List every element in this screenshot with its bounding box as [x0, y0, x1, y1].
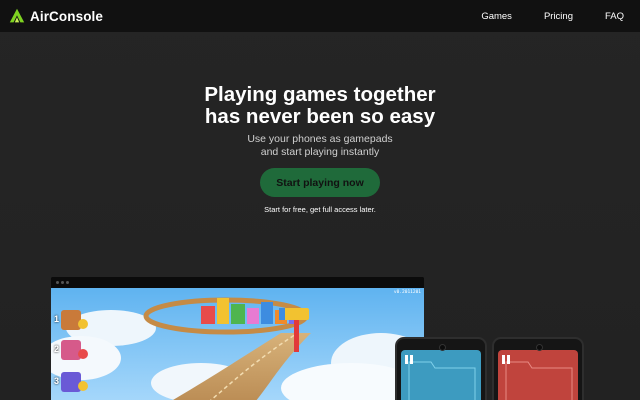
- phone-controller-blue: [395, 337, 487, 400]
- screen-dot: [61, 281, 64, 284]
- phone-controller-red: [492, 337, 584, 400]
- main-nav: Games Pricing FAQ: [481, 0, 624, 32]
- game-screen-showcase: v0.2011201 1 2 3: [51, 277, 424, 400]
- start-playing-button[interactable]: Start playing now: [260, 168, 380, 197]
- hero-subtitle-line-2: and start playing instantly: [260, 146, 380, 158]
- screen-top-bar: [51, 277, 424, 288]
- phone-screen-red: [498, 350, 578, 400]
- pause-icon[interactable]: [404, 354, 414, 364]
- hero-title: Playing games together has never been so…: [0, 84, 640, 128]
- screen-dot: [66, 281, 69, 284]
- screen-dot: [56, 281, 59, 284]
- brand-logo-link[interactable]: AirConsole: [9, 8, 103, 24]
- hero-subtitle: Use your phones as gamepads and start pl…: [0, 133, 640, 159]
- player-rank-3: 3: [54, 376, 60, 386]
- nav-link-pricing[interactable]: Pricing: [544, 11, 573, 22]
- top-bar: AirConsole Games Pricing FAQ: [0, 0, 640, 32]
- game-version-label: v0.2011201: [393, 290, 421, 295]
- hero-subtitle-line-1: Use your phones as gamepads: [247, 133, 393, 145]
- phone-camera: [439, 344, 446, 351]
- phone-screen-blue: [401, 350, 481, 400]
- page: AirConsole Games Pricing FAQ Playing gam…: [0, 0, 640, 400]
- hero-title-line-2: has never been so easy: [204, 105, 436, 128]
- game-scene-illustration: [51, 288, 424, 400]
- pause-icon[interactable]: [501, 354, 511, 364]
- nav-link-faq[interactable]: FAQ: [605, 11, 624, 22]
- brand-name: AirConsole: [30, 8, 104, 24]
- hero-title-line-1: Playing games together: [204, 83, 436, 106]
- phone-camera: [536, 344, 543, 351]
- airconsole-logo-icon: [9, 8, 25, 23]
- nav-link-games[interactable]: Games: [481, 11, 512, 22]
- player-rank-2: 2: [54, 344, 60, 354]
- player-rank-1: 1: [54, 314, 60, 324]
- cta-note: Start for free, get full access later.: [264, 205, 376, 214]
